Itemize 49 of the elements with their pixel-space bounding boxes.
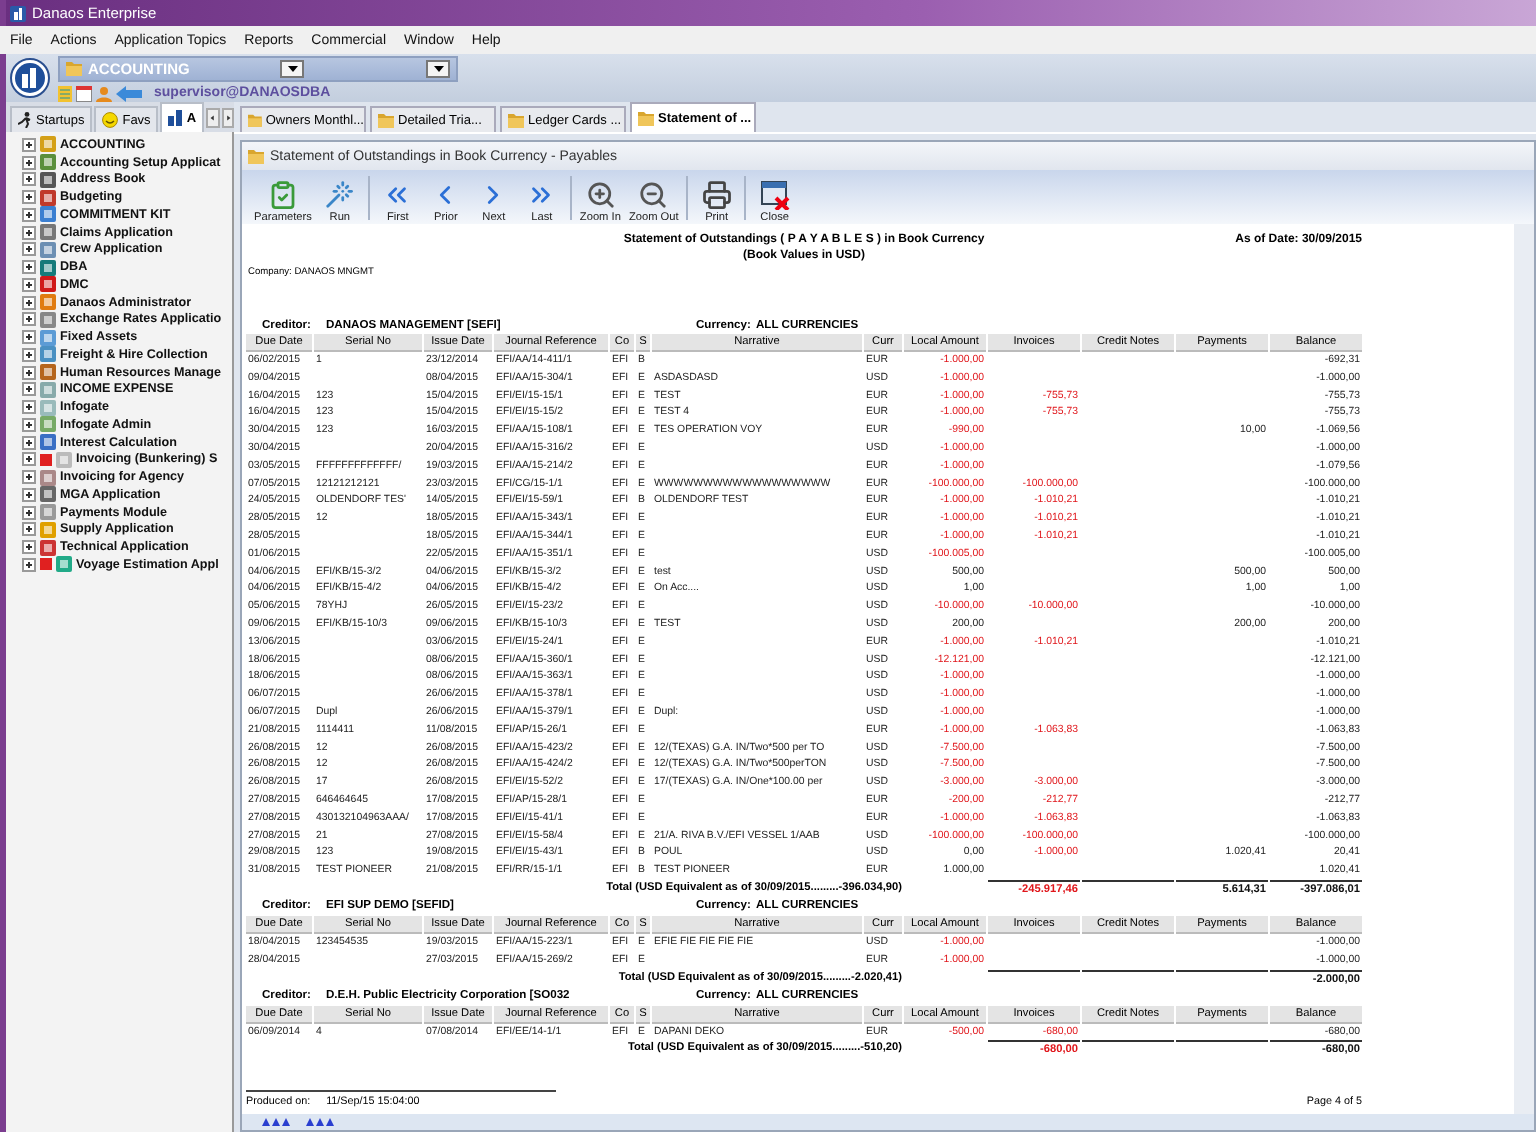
close-icon: [759, 180, 790, 210]
triangle-marks-icon: [262, 1118, 290, 1126]
clipboard-check-icon: [267, 180, 298, 210]
scroll-right-icon[interactable]: [221, 108, 234, 128]
zoom-out-icon: [638, 180, 669, 210]
calendar-icon[interactable]: [76, 85, 92, 101]
print-icon: [701, 180, 732, 210]
expand-icon[interactable]: [22, 365, 36, 380]
zoom-in-icon: [585, 180, 616, 210]
app-icon: [10, 5, 26, 21]
expand-icon[interactable]: [22, 452, 36, 467]
expand-icon[interactable]: [22, 382, 36, 397]
expand-icon[interactable]: [22, 295, 36, 310]
expand-icon[interactable]: [22, 470, 36, 485]
expand-icon[interactable]: [22, 330, 36, 345]
scroll-left-icon[interactable]: [206, 108, 219, 128]
expand-icon[interactable]: [22, 505, 36, 520]
dropdown-arrow-icon: [287, 65, 297, 71]
expand-icon[interactable]: [22, 242, 36, 257]
expand-icon[interactable]: [22, 225, 36, 240]
expand-icon[interactable]: [22, 400, 36, 415]
folder-icon: [508, 112, 524, 128]
expand-icon[interactable]: [22, 155, 36, 170]
expand-icon[interactable]: [22, 137, 36, 152]
expand-icon[interactable]: [22, 522, 36, 537]
wand-icon: [324, 180, 355, 210]
folder-icon: [248, 148, 264, 164]
expand-icon[interactable]: [22, 207, 36, 222]
expand-icon[interactable]: [22, 417, 36, 432]
bar-chart-icon: [168, 110, 183, 126]
triangle-marks-icon: [306, 1118, 334, 1126]
expand-icon[interactable]: [22, 312, 36, 327]
expand-icon[interactable]: [22, 260, 36, 275]
expand-icon[interactable]: [22, 540, 36, 555]
folder-icon: [638, 110, 654, 126]
dropdown-arrow-icon: [433, 65, 443, 71]
expand-icon[interactable]: [22, 435, 36, 450]
expand-icon[interactable]: [22, 487, 36, 502]
expand-icon[interactable]: [22, 347, 36, 362]
expand-icon[interactable]: [22, 557, 36, 572]
expand-icon[interactable]: [22, 190, 36, 205]
folder-icon: [378, 112, 394, 128]
folder-icon: [66, 60, 82, 76]
expand-icon[interactable]: [22, 277, 36, 292]
expand-icon[interactable]: [22, 172, 36, 187]
smiley-icon: [102, 112, 119, 128]
folder-icon: [248, 112, 262, 128]
runner-icon: [18, 112, 32, 128]
logo-icon[interactable]: [10, 58, 50, 98]
